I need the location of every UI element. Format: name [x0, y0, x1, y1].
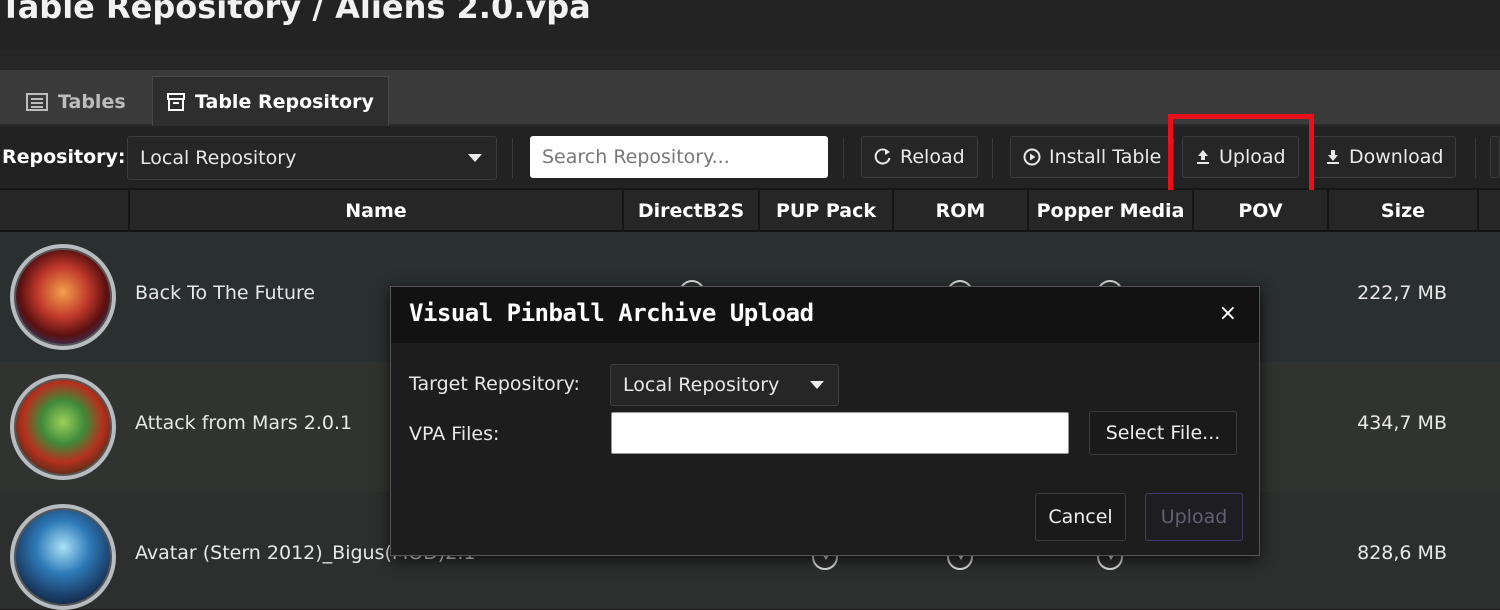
download-button[interactable]: Download	[1312, 136, 1457, 178]
column-header-rom[interactable]: ROM	[894, 190, 1029, 232]
table-name: Back To The Future	[135, 282, 316, 304]
install-table-label: Install Table	[1049, 146, 1162, 168]
toolbar-divider	[512, 138, 513, 178]
target-repository-value: Local Repository	[623, 374, 780, 396]
tab-table-repository-label: Table Repository	[195, 90, 374, 113]
target-repository-label: Target Repository:	[409, 373, 580, 395]
cancel-button[interactable]: Cancel	[1035, 493, 1126, 541]
column-header-thumbnail[interactable]	[0, 190, 130, 232]
table-wheel-image	[10, 244, 116, 350]
overflow-button[interactable]	[1490, 136, 1500, 178]
column-header-pup-pack[interactable]: PUP Pack	[760, 190, 894, 232]
search-input[interactable]	[530, 136, 828, 178]
column-header-popper-media[interactable]: Popper Media	[1029, 190, 1194, 232]
table-size: 434,7 MB	[1357, 412, 1447, 434]
vpa-files-field[interactable]	[611, 412, 1069, 454]
title-separator	[0, 50, 1500, 72]
target-repository-select[interactable]: Local Repository	[610, 364, 839, 406]
column-header-size[interactable]: Size	[1329, 190, 1479, 232]
upload-highlight-box	[1168, 114, 1314, 202]
toolbar-divider	[992, 138, 993, 178]
tab-table-repository[interactable]: Table Repository	[152, 76, 389, 126]
list-icon	[26, 93, 48, 111]
download-icon	[1327, 150, 1339, 164]
repository-label: Repository:	[2, 146, 126, 168]
repository-select[interactable]: Local Repository	[127, 136, 497, 180]
dialog-upload-button[interactable]: Upload	[1145, 493, 1243, 541]
toolbar-divider	[1475, 138, 1476, 178]
table-wheel-image	[10, 374, 116, 480]
dialog-title: Visual Pinball Archive Upload	[409, 299, 814, 327]
tab-tables[interactable]: Tables	[12, 78, 140, 126]
toolbar-divider	[843, 138, 844, 178]
vpa-files-label: VPA Files:	[409, 423, 500, 445]
column-header-directb2s[interactable]: DirectB2S	[624, 190, 760, 232]
window-title: Table Repository / Aliens 2.0.vpa	[0, 0, 591, 26]
column-header-pov[interactable]: POV	[1194, 190, 1329, 232]
chevron-down-icon	[810, 381, 824, 389]
close-icon[interactable]: ×	[1219, 301, 1237, 326]
dialog-header: Visual Pinball Archive Upload ×	[391, 287, 1259, 343]
table-header: Name DirectB2S PUP Pack ROM Popper Media…	[0, 190, 1500, 232]
tab-tables-label: Tables	[58, 91, 126, 113]
archive-icon	[167, 92, 185, 111]
chevron-down-icon	[468, 154, 482, 162]
install-table-button[interactable]: Install Table	[1010, 136, 1175, 178]
upload-dialog: Visual Pinball Archive Upload × Target R…	[390, 286, 1260, 556]
play-circle-icon	[1023, 148, 1041, 166]
table-wheel-image	[10, 504, 116, 610]
reload-label: Reload	[900, 146, 965, 168]
repository-select-value: Local Repository	[140, 147, 297, 169]
table-size: 222,7 MB	[1357, 282, 1447, 304]
column-header-name[interactable]: Name	[130, 190, 624, 232]
table-name: Attack from Mars 2.0.1	[135, 412, 353, 434]
table-size: 828,6 MB	[1357, 542, 1447, 564]
window-title-bar: Table Repository / Aliens 2.0.vpa	[0, 0, 1500, 50]
reload-button[interactable]: Reload	[861, 136, 978, 178]
download-label: Download	[1349, 146, 1444, 168]
select-file-button[interactable]: Select File...	[1089, 411, 1237, 455]
reload-icon	[874, 148, 891, 165]
